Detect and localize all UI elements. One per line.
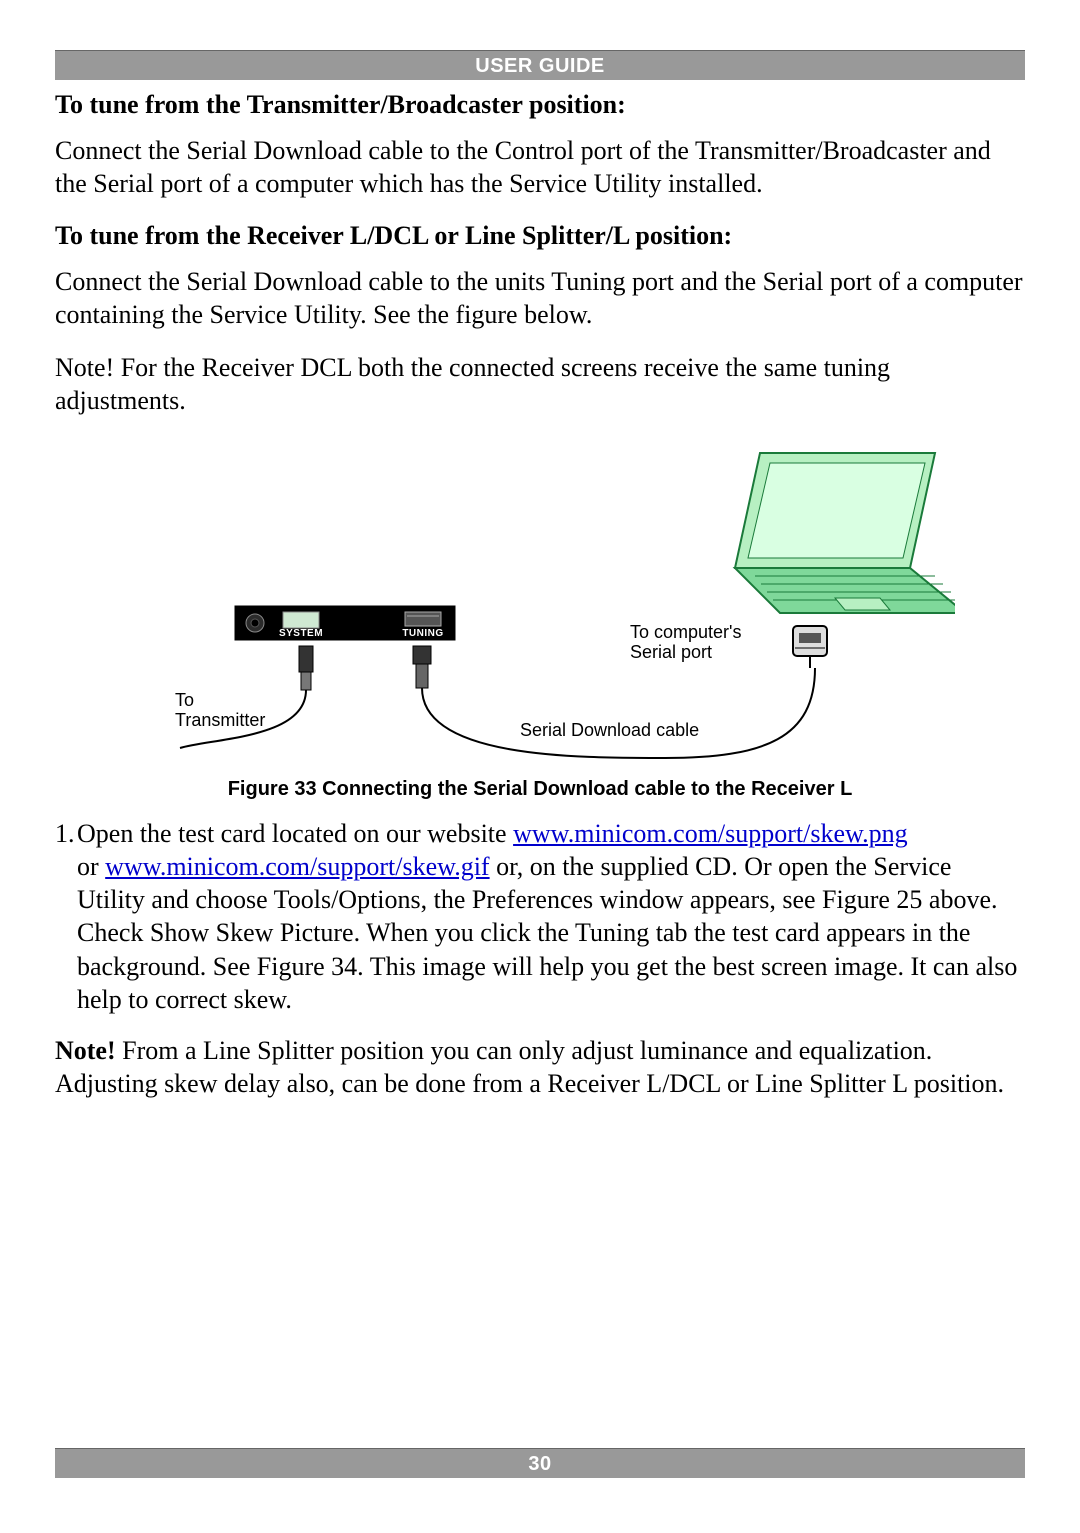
figure-diagram: SYSTEM TUNING To Transmitter bbox=[125, 438, 955, 768]
step-1-body: or www.minicom.com/support/skew.gif or, … bbox=[55, 850, 1025, 1016]
step-1-number: 1. bbox=[55, 817, 77, 850]
serial-cable-connector-icon bbox=[413, 646, 815, 758]
laptop-icon bbox=[735, 453, 955, 613]
figure-wrap: SYSTEM TUNING To Transmitter bbox=[55, 438, 1025, 768]
section2-para: Connect the Serial Download cable to the… bbox=[55, 265, 1025, 332]
header-bar: USER GUIDE bbox=[55, 50, 1025, 80]
content: To tune from the Transmitter/Broadcaster… bbox=[55, 90, 1025, 1101]
figure-caption: Figure 33 Connecting the Serial Download… bbox=[55, 778, 1025, 801]
note-2-lead: Note! bbox=[55, 1036, 116, 1065]
step-1-mid1: or bbox=[77, 852, 105, 881]
step-1-pre: Open the test card located on our websit… bbox=[77, 819, 513, 848]
serial-cable-label: Serial Download cable bbox=[520, 720, 699, 740]
section1-colon: : bbox=[617, 90, 626, 119]
to-computer-label-line1: To computer's bbox=[630, 622, 741, 642]
page: USER GUIDE To tune from the Transmitter/… bbox=[0, 0, 1080, 1533]
transmitter-connector-icon bbox=[180, 646, 313, 748]
section1-heading-text: To tune from the Transmitter/Broadcaster… bbox=[55, 90, 617, 119]
receiver-device-icon: SYSTEM TUNING bbox=[235, 606, 455, 640]
note-2: Note! From a Line Splitter position you … bbox=[55, 1034, 1025, 1101]
section2-heading: To tune from the Receiver L/DCL or Line … bbox=[55, 221, 1025, 251]
footer-bar: 30 bbox=[55, 1448, 1025, 1478]
to-computer-label-line2: Serial port bbox=[630, 642, 712, 662]
to-transmitter-label-line2: Transmitter bbox=[175, 710, 265, 730]
skew-png-link[interactable]: www.minicom.com/support/skew.png bbox=[513, 819, 908, 848]
page-number: 30 bbox=[528, 1453, 551, 1475]
section1-heading: To tune from the Transmitter/Broadcaster… bbox=[55, 90, 1025, 120]
note-2-body: From a Line Splitter position you can on… bbox=[55, 1036, 1004, 1098]
step-1: 1.Open the test card located on our webs… bbox=[55, 817, 1025, 1017]
header-title: USER GUIDE bbox=[475, 55, 604, 77]
serial-plug-icon bbox=[793, 626, 827, 668]
tuning-label: TUNING bbox=[402, 628, 443, 639]
skew-gif-link[interactable]: www.minicom.com/support/skew.gif bbox=[105, 852, 489, 881]
system-label: SYSTEM bbox=[279, 628, 323, 639]
to-transmitter-label-line1: To bbox=[175, 690, 194, 710]
section1-para: Connect the Serial Download cable to the… bbox=[55, 134, 1025, 201]
section2-note: Note! For the Receiver DCL both the conn… bbox=[55, 351, 1025, 418]
